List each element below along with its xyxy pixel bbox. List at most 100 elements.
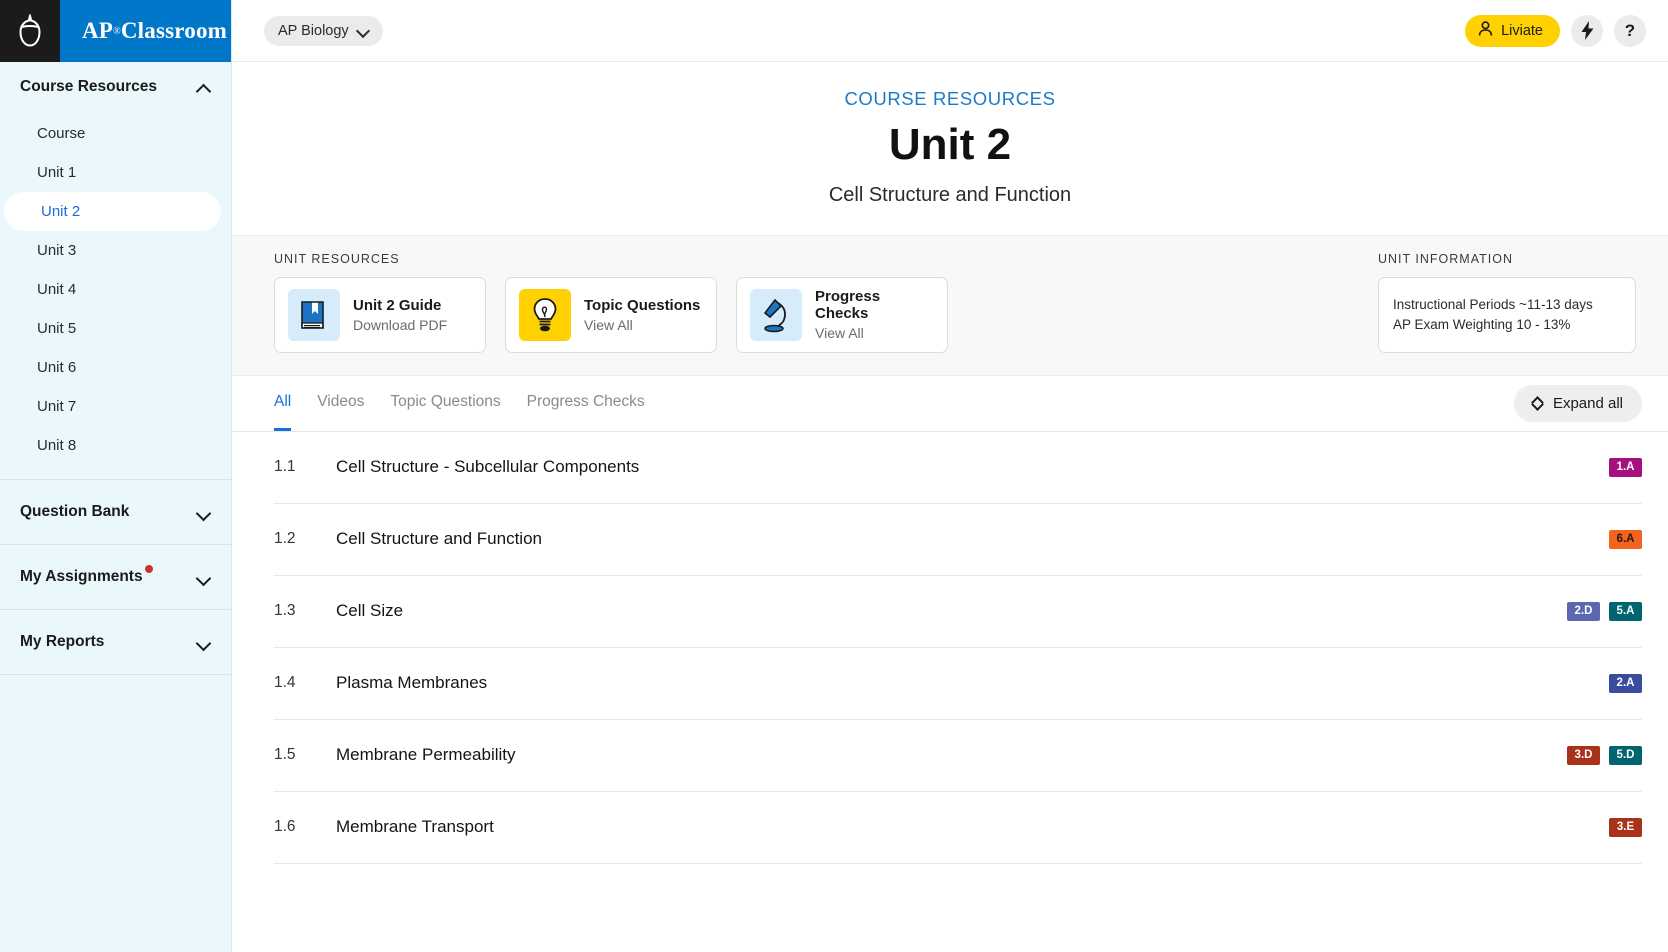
resource-card-title: Topic Questions (584, 296, 701, 314)
tab-progress-checks[interactable]: Progress Checks (527, 375, 645, 431)
sidebar-section-label: Question Bank (20, 503, 130, 520)
registered-mark-icon: ® (113, 25, 121, 37)
status-badge: 5.D (1609, 745, 1642, 765)
resource-card-topic-questions[interactable]: Topic Questions View All (505, 276, 717, 353)
book-icon (288, 288, 340, 341)
sidebar-item-label: Unit 4 (37, 281, 77, 298)
sidebar-item-unit-2[interactable]: Unit 2 (4, 192, 221, 231)
skill-badges: 2.A (1609, 673, 1642, 693)
page-subtitle: Cell Structure and Function (828, 183, 1072, 206)
chevron-down-icon (197, 635, 211, 649)
unit-information-group: UNIT INFORMATION Instructional Periods ~… (1378, 252, 1636, 353)
topic-title: Cell Structure - Subcellular Components (336, 457, 640, 477)
top-bar: AP Biology Liviate ? (232, 0, 1668, 62)
topic-number: 1.1 (274, 458, 296, 476)
sidebar-item-label: Unit 6 (37, 359, 77, 376)
status-badge: 3.E (1609, 817, 1642, 837)
resource-card-title: Progress Checks (815, 288, 881, 323)
sidebar-item-unit-8[interactable]: Unit 8 (0, 426, 221, 465)
sidebar-item-unit-3[interactable]: Unit 3 (0, 231, 221, 270)
status-badge: 2.D (1567, 601, 1600, 621)
person-icon (1478, 20, 1493, 41)
resource-card-text: Topic Questions View All (584, 297, 700, 333)
sidebar-item-label: Unit 2 (41, 203, 81, 220)
lightbulb-icon (519, 288, 571, 341)
expand-all-button[interactable]: Expand all (1513, 384, 1642, 422)
lightning-bolt-icon[interactable] (1571, 14, 1603, 47)
tab-label: All (274, 392, 292, 410)
sidebar-item-unit-7[interactable]: Unit 7 (0, 387, 221, 426)
table-row[interactable]: 1.3 Cell Size 2.D 5.A (274, 576, 1642, 648)
sidebar-item-unit-4[interactable]: Unit 4 (0, 270, 221, 309)
page-title: Unit 2 (888, 120, 1012, 169)
tab-label: Progress Checks (526, 392, 645, 410)
sidebar-section-my-reports[interactable]: My Reports (0, 610, 231, 674)
sidebar-section-course-resources[interactable]: Course Resources (0, 62, 231, 112)
course-selector-dropdown[interactable]: AP Biology (264, 15, 383, 46)
help-button[interactable]: ? (1614, 14, 1646, 47)
sidebar-section-label-wrap: My Assignments (20, 565, 153, 586)
sidebar-section-question-bank[interactable]: Question Bank (0, 480, 231, 544)
sidebar-item-label: Unit 1 (37, 164, 77, 181)
sidebar-item-label: Unit 3 (37, 242, 77, 259)
status-badge: 6.A (1609, 529, 1642, 549)
brand-ap-text: AP (82, 18, 114, 43)
unit-resources-label: UNIT RESOURCES (274, 251, 400, 266)
topic-number: 1.3 (274, 602, 296, 620)
expand-collapse-icon (1533, 396, 1544, 411)
unit-resources-band: UNIT RESOURCES Unit 2 Guide Download PDF… (232, 234, 1668, 376)
instructional-periods-row: Instructional Periods ~11-13 days (1393, 297, 1593, 313)
sidebar-section-label: My Assignments (20, 568, 143, 585)
topic-number: 1.4 (274, 674, 296, 692)
table-row[interactable]: 1.1 Cell Structure - Subcellular Componen… (274, 432, 1642, 504)
tab-all[interactable]: All (274, 375, 292, 432)
skill-badges: 3.D 5.D (1567, 745, 1642, 765)
topic-title: Cell Size (336, 601, 404, 621)
topic-title: Cell Structure and Function (336, 529, 542, 549)
top-bar-actions: Liviate ? (1465, 14, 1646, 47)
notification-dot-icon (144, 565, 153, 573)
chevron-down-icon (197, 570, 211, 584)
brand-title: AP ® Classroom (60, 0, 231, 62)
sidebar-item-unit-1[interactable]: Unit 1 (0, 153, 221, 192)
sidebar-item-unit-5[interactable]: Unit 5 (0, 309, 221, 348)
brand-header[interactable]: AP ® Classroom (0, 0, 231, 62)
expand-all-label: Expand all (1552, 394, 1623, 412)
resource-card-unit-guide[interactable]: Unit 2 Guide Download PDF (274, 276, 486, 353)
chevron-up-icon (197, 80, 211, 94)
sidebar-item-course[interactable]: Course (0, 114, 221, 153)
question-mark-icon: ? (1624, 20, 1636, 40)
sidebar-item-unit-6[interactable]: Unit 6 (0, 348, 221, 387)
unit-information-box: Instructional Periods ~11-13 days AP Exa… (1378, 276, 1636, 353)
desk-lamp-icon (750, 288, 802, 341)
resource-cards: Unit 2 Guide Download PDF Topic Question… (274, 276, 948, 353)
skill-badges: 3.E (1609, 817, 1642, 837)
resource-card-subtitle: View All (584, 316, 633, 333)
user-name-label: Liviate (1501, 22, 1543, 39)
table-row[interactable]: 1.4 Plasma Membranes 2.A (274, 648, 1642, 720)
user-account-button[interactable]: Liviate (1465, 14, 1560, 47)
unit-resources-group: UNIT RESOURCES Unit 2 Guide Download PDF… (274, 252, 948, 353)
sidebar-item-label: Unit 7 (37, 398, 77, 415)
content-tabs: All Videos Topic Questions Progress Chec… (274, 375, 645, 432)
sidebar-unit-list: Course Unit 1 Unit 2 Unit 3 Unit 4 Unit … (0, 112, 231, 479)
table-row[interactable]: 1.6 Membrane Transport 3.E (274, 792, 1642, 864)
table-row[interactable]: 1.2 Cell Structure and Function 6.A (274, 504, 1642, 576)
resource-card-subtitle: View All (815, 325, 864, 342)
tab-label: Topic Questions (390, 392, 501, 410)
tab-topic-questions[interactable]: Topic Questions (390, 375, 500, 431)
resource-card-progress-checks[interactable]: Progress Checks View All (736, 276, 948, 353)
status-badge: 1.A (1609, 457, 1642, 477)
table-row[interactable]: 1.5 Membrane Permeability 3.D 5.D (274, 720, 1642, 792)
app-root: AP ® Classroom Course Resources Course Uni… (0, 0, 1668, 952)
topic-title: Plasma Membranes (336, 673, 488, 693)
sidebar-item-label: Unit 8 (37, 437, 77, 454)
exam-weighting-row: AP Exam Weighting 10 - 13% (1393, 317, 1571, 333)
tab-videos[interactable]: Videos (317, 375, 364, 431)
status-badge: 2.A (1609, 673, 1642, 693)
sidebar-divider (0, 674, 231, 675)
sidebar-section-my-assignments[interactable]: My Assignments (0, 545, 231, 609)
breadcrumb: COURSE RESOURCES (844, 88, 1056, 109)
main-content: AP Biology Liviate ? COURSE RESOURCES Un… (232, 0, 1668, 952)
acorn-icon (0, 0, 60, 62)
